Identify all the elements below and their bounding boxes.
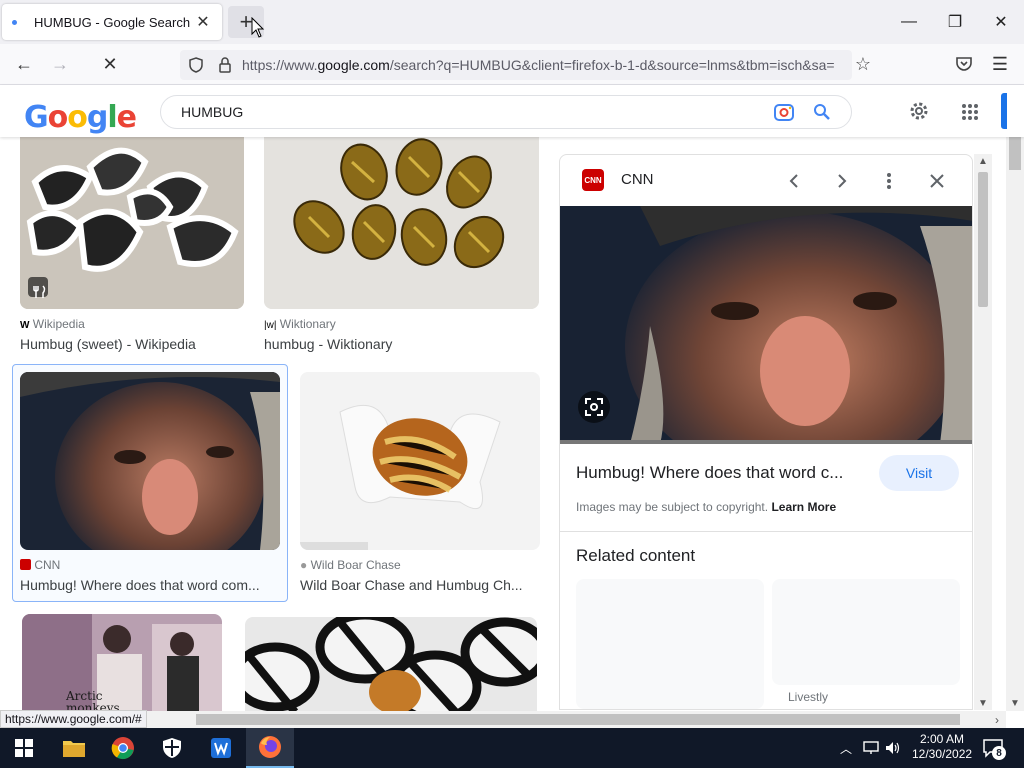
result-image-wrapped-humbugs[interactable] — [264, 137, 539, 309]
windows-taskbar: ︿ 2:00 AM 12/30/2022 8 — [0, 728, 1024, 768]
bookmark-star-icon[interactable]: ☆ — [849, 50, 877, 78]
file-explorer-icon[interactable] — [50, 728, 98, 768]
boar-icon: ● — [300, 558, 308, 572]
pocket-icon[interactable] — [955, 56, 973, 72]
clock[interactable]: 2:00 AM 12/30/2022 — [912, 732, 972, 762]
title-bar: HUMBUG - Google Search ✕ + — ❐ ✕ — [0, 0, 1024, 44]
tracking-protection-icon[interactable] — [188, 57, 204, 73]
result-source-2[interactable]: |w| Wiktionary — [264, 317, 336, 331]
settings-gear-icon[interactable] — [908, 100, 930, 122]
word-app-icon[interactable] — [197, 728, 245, 768]
google-favicon — [12, 19, 17, 25]
panel-scrollbar[interactable]: ▲ ▼ — [974, 154, 992, 710]
wikipedia-icon: W — [20, 320, 30, 331]
page-hscroll-thumb[interactable] — [196, 714, 960, 725]
more-options-icon[interactable] — [877, 169, 901, 193]
result-source-1[interactable]: W Wikipedia — [20, 317, 85, 331]
result-image-single-humbug[interactable] — [300, 372, 540, 550]
maximize-button[interactable]: ❐ — [932, 4, 978, 40]
google-apps-icon[interactable] — [961, 103, 979, 121]
result-image-scrooge[interactable] — [20, 372, 280, 550]
lock-icon[interactable] — [218, 56, 232, 74]
related-item-1[interactable] — [576, 579, 764, 709]
notification-count-badge: 8 — [992, 746, 1006, 760]
result-image-striped-humbugs[interactable] — [245, 617, 537, 711]
related-item-2[interactable] — [772, 579, 960, 685]
cnn-icon — [20, 559, 31, 570]
page-vertical-scrollbar[interactable]: ▲ ▼ — [1006, 85, 1024, 711]
result-source-4[interactable]: ● Wild Boar Chase — [300, 558, 401, 572]
lens-search-icon[interactable] — [578, 391, 610, 423]
learn-more-link[interactable]: Learn More — [771, 500, 836, 514]
forward-button[interactable]: → — [46, 50, 74, 78]
browser-tab[interactable]: HUMBUG - Google Search ✕ — [2, 4, 222, 40]
panel-scroll-thumb[interactable] — [978, 172, 988, 307]
network-icon[interactable] — [863, 741, 879, 755]
back-button[interactable]: ← — [10, 50, 38, 78]
cnn-logo-icon: CNN — [582, 169, 604, 191]
security-shield-icon[interactable] — [148, 728, 196, 768]
start-button[interactable] — [0, 728, 48, 768]
close-tab-icon[interactable]: ✕ — [194, 12, 212, 32]
sign-in-button[interactable] — [1001, 93, 1007, 129]
search-box[interactable]: HUMBUG — [160, 95, 852, 129]
preview-image-scrooge[interactable] — [560, 206, 972, 444]
google-lens-icon[interactable] — [773, 101, 795, 123]
show-hidden-icons-chevron[interactable]: ︿ — [840, 740, 852, 757]
previous-image-chevron-icon[interactable] — [782, 169, 806, 193]
image-preview-panel: CNN CNN Humbug! Where does that word c..… — [559, 154, 973, 710]
search-input[interactable]: HUMBUG — [181, 104, 773, 120]
related-item-source[interactable]: Livestly — [788, 690, 828, 704]
search-icon[interactable] — [813, 103, 831, 121]
google-header: Google HUMBUG — [0, 85, 1024, 137]
wiktionary-icon: |w| — [264, 320, 277, 331]
minimize-button[interactable]: — — [886, 4, 932, 40]
related-content-heading: Related content — [576, 546, 696, 565]
stop-loading-button[interactable]: ✕ — [96, 50, 124, 78]
url-text[interactable]: https://www.google.com/search?q=HUMBUG&c… — [242, 57, 842, 73]
next-image-chevron-icon[interactable] — [830, 169, 854, 193]
close-window-button[interactable]: ✕ — [978, 4, 1024, 40]
result-title-4[interactable]: Wild Boar Chase and Humbug Ch... — [300, 577, 530, 593]
firefox-icon[interactable] — [246, 728, 294, 768]
close-panel-icon[interactable] — [925, 169, 949, 193]
google-logo[interactable]: Google — [24, 100, 137, 135]
action-center-button[interactable]: 8 — [982, 738, 1006, 763]
result-title-3[interactable]: Humbug! Where does that word com... — [20, 577, 266, 593]
clock-time: 2:00 AM — [919, 732, 965, 746]
menu-hamburger-icon[interactable]: ☰ — [986, 50, 1014, 78]
chrome-icon[interactable] — [99, 728, 147, 768]
result-title-2[interactable]: humbug - Wiktionary — [264, 336, 539, 352]
copyright-notice: Images may be subject to copyright. Lear… — [576, 500, 837, 514]
volume-icon[interactable] — [885, 741, 901, 755]
visit-button[interactable]: Visit — [879, 455, 959, 491]
navigation-toolbar: ← → ✕ https://www.google.com/search?q=HU… — [0, 44, 1024, 85]
panel-source-name[interactable]: CNN — [621, 171, 654, 188]
clock-date: 12/30/2022 — [912, 747, 973, 761]
recipe-fork-icon — [33, 285, 46, 298]
page-horizontal-scrollbar[interactable]: › — [0, 711, 1006, 728]
status-bar-url: https://www.google.com/# — [0, 710, 147, 728]
divider — [560, 531, 972, 532]
panel-title[interactable]: Humbug! Where does that word c... — [576, 463, 843, 483]
result-image-humbug-sweets[interactable] — [20, 137, 244, 309]
cursor-icon — [251, 17, 265, 38]
result-title-1[interactable]: Humbug (sweet) - Wikipedia — [20, 336, 244, 352]
result-source-3[interactable]: CNN — [20, 558, 60, 572]
windows-logo-icon — [15, 739, 33, 757]
url-bar[interactable]: https://www.google.com/search?q=HUMBUG&c… — [180, 50, 852, 80]
album-cover-text: Arctic monkeys — [66, 689, 120, 711]
tab-title: HUMBUG - Google Search — [34, 14, 191, 30]
